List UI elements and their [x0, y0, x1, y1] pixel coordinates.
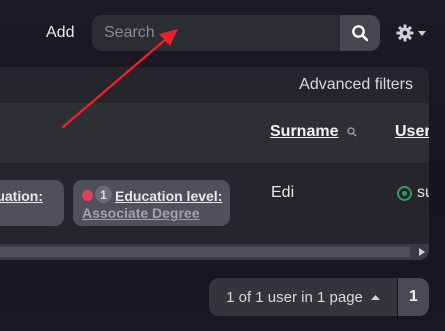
chevron-down-icon: [418, 30, 426, 36]
add-link[interactable]: Add: [46, 24, 74, 42]
horizontal-scrollbar[interactable]: [0, 244, 429, 260]
status-label: su: [417, 184, 429, 201]
column-header-user[interactable]: User: [395, 123, 429, 141]
users-table-panel: Advanced filters Surname User situation:…: [0, 67, 429, 260]
surname-cell: Edi: [271, 184, 295, 201]
status-dot: [82, 190, 93, 201]
chevron-up-icon: [370, 294, 380, 300]
settings-menu-button[interactable]: [396, 24, 426, 42]
count-badge: 1: [95, 186, 112, 203]
gear-icon: [396, 24, 414, 42]
chip-label: situation:: [0, 188, 43, 204]
advanced-filters-link[interactable]: Advanced filters: [299, 76, 413, 94]
pagination-summary: 1 of 1 user in 1 page: [226, 288, 363, 306]
search-input[interactable]: [92, 15, 340, 51]
page-1-button[interactable]: 1: [398, 278, 429, 316]
search-icon[interactable]: [347, 127, 357, 137]
chip-label: Education level:: [115, 188, 223, 204]
pagination-summary-dropdown[interactable]: 1 of 1 user in 1 page: [209, 278, 397, 316]
filter-chip[interactable]: situation:: [0, 180, 64, 226]
column-header-surname[interactable]: Surname: [270, 123, 357, 141]
chip-value-link[interactable]: Associate Degree: [82, 205, 200, 221]
column-header-label: Surname: [270, 123, 339, 140]
status-circle-icon: [397, 185, 412, 201]
search-button[interactable]: [340, 15, 380, 51]
search-icon: [352, 25, 369, 42]
filter-chip-education-level[interactable]: 1 Education level: Associate Degree: [73, 180, 230, 226]
scroll-right-arrow-icon[interactable]: [419, 248, 425, 256]
scrollbar-thumb[interactable]: [0, 247, 410, 257]
user-status-cell: su: [397, 184, 429, 202]
table-header: Surname User: [0, 103, 429, 163]
search-bar: [92, 15, 380, 51]
